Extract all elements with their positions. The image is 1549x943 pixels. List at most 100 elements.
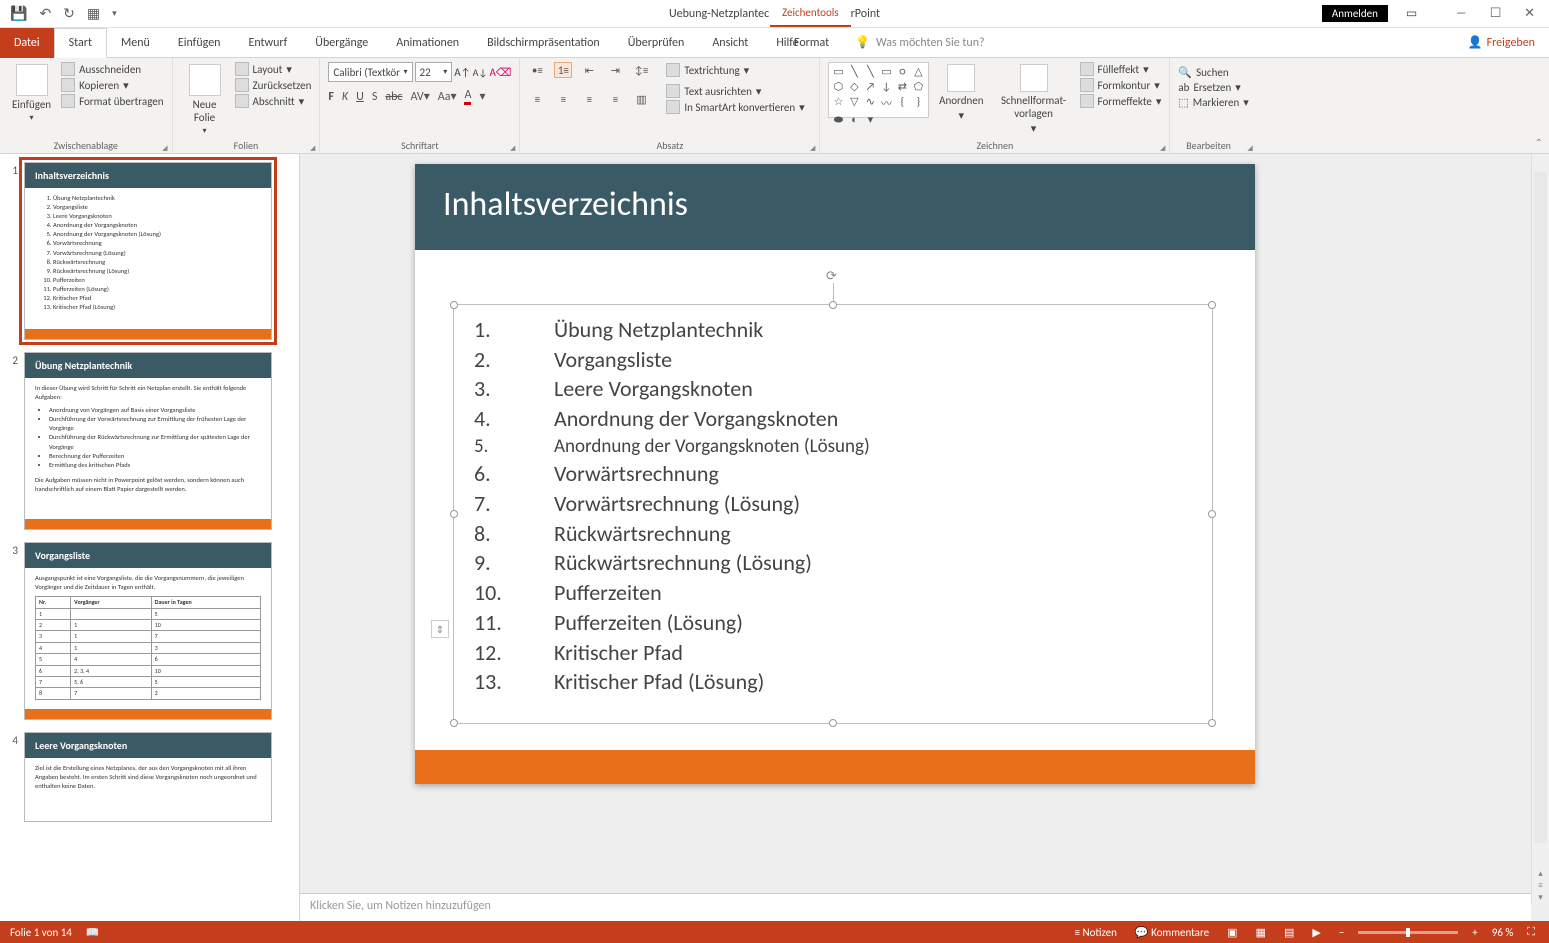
clear-format-button[interactable]: A⌫	[489, 66, 511, 79]
tab-start[interactable]: Start	[54, 28, 107, 58]
slide-title[interactable]: Inhaltsverzeichnis	[415, 164, 1255, 250]
find-button[interactable]: 🔍 Suchen	[1178, 66, 1248, 79]
font-color-button[interactable]: A	[464, 88, 471, 105]
normal-view-icon[interactable]: ▣	[1223, 926, 1241, 939]
bullets-button[interactable]: •≡	[528, 62, 546, 78]
zoom-slider[interactable]	[1358, 931, 1458, 934]
shapes-gallery[interactable]: ▭╲╲▭○△⬡ ◇↗↓⇄⬠☆▽ ∿〰{}⬬◐▾	[828, 62, 929, 118]
align-center-button[interactable]: ≡	[554, 91, 572, 107]
font-size-input[interactable]: 22▾	[415, 62, 453, 82]
content-textbox[interactable]: ⟳ 1.Übung Netzplantechnik2.Vorgangsliste…	[453, 304, 1213, 724]
replace-button[interactable]: ab Ersetzen ▾	[1178, 81, 1248, 94]
autofit-options-button[interactable]: ⇕	[431, 620, 449, 638]
select-button[interactable]: ⬚ Markieren ▾	[1178, 96, 1248, 109]
qat-dropdown-icon[interactable]: ▾	[112, 8, 117, 19]
notes-toggle[interactable]: ≡ Notizen	[1071, 926, 1121, 939]
thumbnail-3[interactable]: Vorgangsliste Ausgangspunkt ist eine Vor…	[24, 542, 272, 720]
share-button[interactable]: 👤 Freigeben	[1468, 35, 1535, 50]
notes-pane[interactable]: Klicken Sie, um Notizen hinzuzufügen	[300, 893, 1531, 921]
start-show-icon[interactable]: ▦	[87, 5, 100, 22]
underline-button[interactable]: U	[356, 90, 364, 104]
resize-handle[interactable]	[450, 719, 458, 727]
font-name-input[interactable]: Calibri (Textkör▾	[328, 62, 412, 82]
convert-smartart-button[interactable]: In SmartArt konvertieren ▾	[666, 100, 804, 114]
resize-handle[interactable]	[450, 301, 458, 309]
resize-handle[interactable]	[1208, 301, 1216, 309]
toc-list[interactable]: 1.Übung Netzplantechnik2.Vorgangsliste3.…	[474, 315, 1192, 697]
shape-outline-button[interactable]: Formkontur ▾	[1080, 78, 1162, 92]
copy-button[interactable]: Kopieren ▾	[61, 78, 163, 92]
thumbnail-2[interactable]: Übung Netzplantechnik In dieser Übung wi…	[24, 352, 272, 530]
paste-button[interactable]: Einfügen ▾	[8, 62, 55, 125]
resize-handle[interactable]	[1208, 510, 1216, 518]
indent-inc-button[interactable]: ⇥	[606, 62, 624, 78]
strike-button[interactable]: abc	[385, 90, 402, 104]
signin-button[interactable]: Anmelden	[1322, 5, 1388, 22]
slide-counter[interactable]: Folie 1 von 14	[10, 926, 72, 939]
tab-animations[interactable]: Animationen	[382, 28, 473, 58]
case-button[interactable]: Aa▾	[438, 89, 457, 104]
resize-handle[interactable]	[450, 510, 458, 518]
tab-menu[interactable]: Menü	[107, 28, 164, 58]
fit-to-window-icon[interactable]: ⛶	[1523, 925, 1539, 939]
tab-file[interactable]: Datei	[0, 28, 54, 58]
slide-canvas[interactable]: Inhaltsverzeichnis ⟳ 1.Übung Netzplantec…	[415, 164, 1255, 784]
text-direction-button[interactable]: Textrichtung ▾	[666, 63, 749, 77]
undo-icon[interactable]: ↶	[39, 5, 51, 22]
cut-button[interactable]: Ausschneiden	[61, 62, 163, 76]
zoom-level[interactable]: 96 %	[1492, 926, 1514, 939]
align-text-button[interactable]: Text ausrichten ▾	[666, 84, 804, 98]
tab-design[interactable]: Entwurf	[234, 28, 301, 58]
shape-fill-button[interactable]: Fülleffekt ▾	[1080, 62, 1162, 76]
align-right-button[interactable]: ≡	[580, 91, 598, 107]
sorter-view-icon[interactable]: ▦	[1252, 926, 1270, 939]
slide-editor[interactable]: Inhaltsverzeichnis ⟳ 1.Übung Netzplantec…	[300, 154, 1549, 921]
justify-button[interactable]: ≡	[606, 91, 624, 107]
numbering-button[interactable]: 1≡	[554, 62, 572, 78]
reading-view-icon[interactable]: ▤	[1280, 926, 1298, 939]
editor-scrollbar[interactable]: ▴≡▾	[1531, 154, 1549, 903]
thumbnail-panel[interactable]: 1 Inhaltsverzeichnis Übung Netzplantechn…	[0, 154, 300, 921]
minimize-icon[interactable]: ―	[1455, 6, 1467, 21]
resize-handle[interactable]	[1208, 719, 1216, 727]
zoom-in-button[interactable]: +	[1468, 926, 1481, 939]
line-spacing-button[interactable]: ↕≡	[632, 62, 650, 78]
columns-button[interactable]: ▥	[632, 91, 650, 107]
tab-transitions[interactable]: Übergänge	[301, 28, 382, 58]
next-slide-icon[interactable]: ▾	[1538, 892, 1543, 903]
align-left-button[interactable]: ≡	[528, 91, 546, 107]
comments-toggle[interactable]: 💬 Kommentare	[1131, 926, 1213, 939]
zoom-out-button[interactable]: −	[1335, 926, 1348, 939]
prev-slide-icon[interactable]: ▴	[1538, 868, 1543, 879]
slideshow-view-icon[interactable]: ▶	[1308, 926, 1324, 939]
shadow-button[interactable]: S	[372, 90, 378, 104]
tell-me-search[interactable]: 💡 Was möchten Sie tun?	[855, 35, 985, 50]
shape-effects-button[interactable]: Formeffekte ▾	[1080, 94, 1162, 108]
spacing-button[interactable]: AV▾	[411, 89, 430, 104]
thumbnail-1[interactable]: Inhaltsverzeichnis Übung Netzplantechnik…	[24, 162, 272, 340]
tab-format[interactable]: Format	[780, 28, 843, 58]
spellcheck-icon[interactable]: 📖	[86, 926, 100, 939]
italic-button[interactable]: K	[342, 90, 348, 104]
ribbon-display-icon[interactable]: ▭	[1406, 6, 1417, 21]
bold-button[interactable]: F	[328, 90, 334, 104]
maximize-icon[interactable]: ☐	[1490, 6, 1502, 21]
save-icon[interactable]: 💾	[10, 5, 27, 22]
section-button[interactable]: Abschnitt ▾	[235, 94, 312, 108]
format-painter-button[interactable]: Format übertragen	[61, 94, 163, 108]
arrange-button[interactable]: Anordnen▾	[935, 62, 987, 124]
thumbnail-4[interactable]: Leere Vorgangsknoten Ziel ist die Erstel…	[24, 732, 272, 822]
collapse-ribbon-icon[interactable]: ⌃	[1535, 136, 1543, 149]
tab-slideshow[interactable]: Bildschirmpräsentation	[473, 28, 614, 58]
decrease-font-button[interactable]: A↓	[473, 66, 488, 79]
tab-view[interactable]: Ansicht	[698, 28, 762, 58]
tab-insert[interactable]: Einfügen	[164, 28, 235, 58]
resize-handle[interactable]	[829, 301, 837, 309]
new-slide-button[interactable]: Neue Folie ▾	[181, 62, 229, 138]
layout-button[interactable]: Layout ▾	[235, 62, 312, 76]
indent-dec-button[interactable]: ⇤	[580, 62, 598, 78]
quick-styles-button[interactable]: Schnellformat-vorlagen▾	[994, 62, 1074, 137]
increase-font-button[interactable]: A↑	[454, 66, 470, 79]
rotate-handle-icon[interactable]: ⟳	[826, 269, 840, 283]
redo-icon[interactable]: ↻	[63, 5, 75, 22]
